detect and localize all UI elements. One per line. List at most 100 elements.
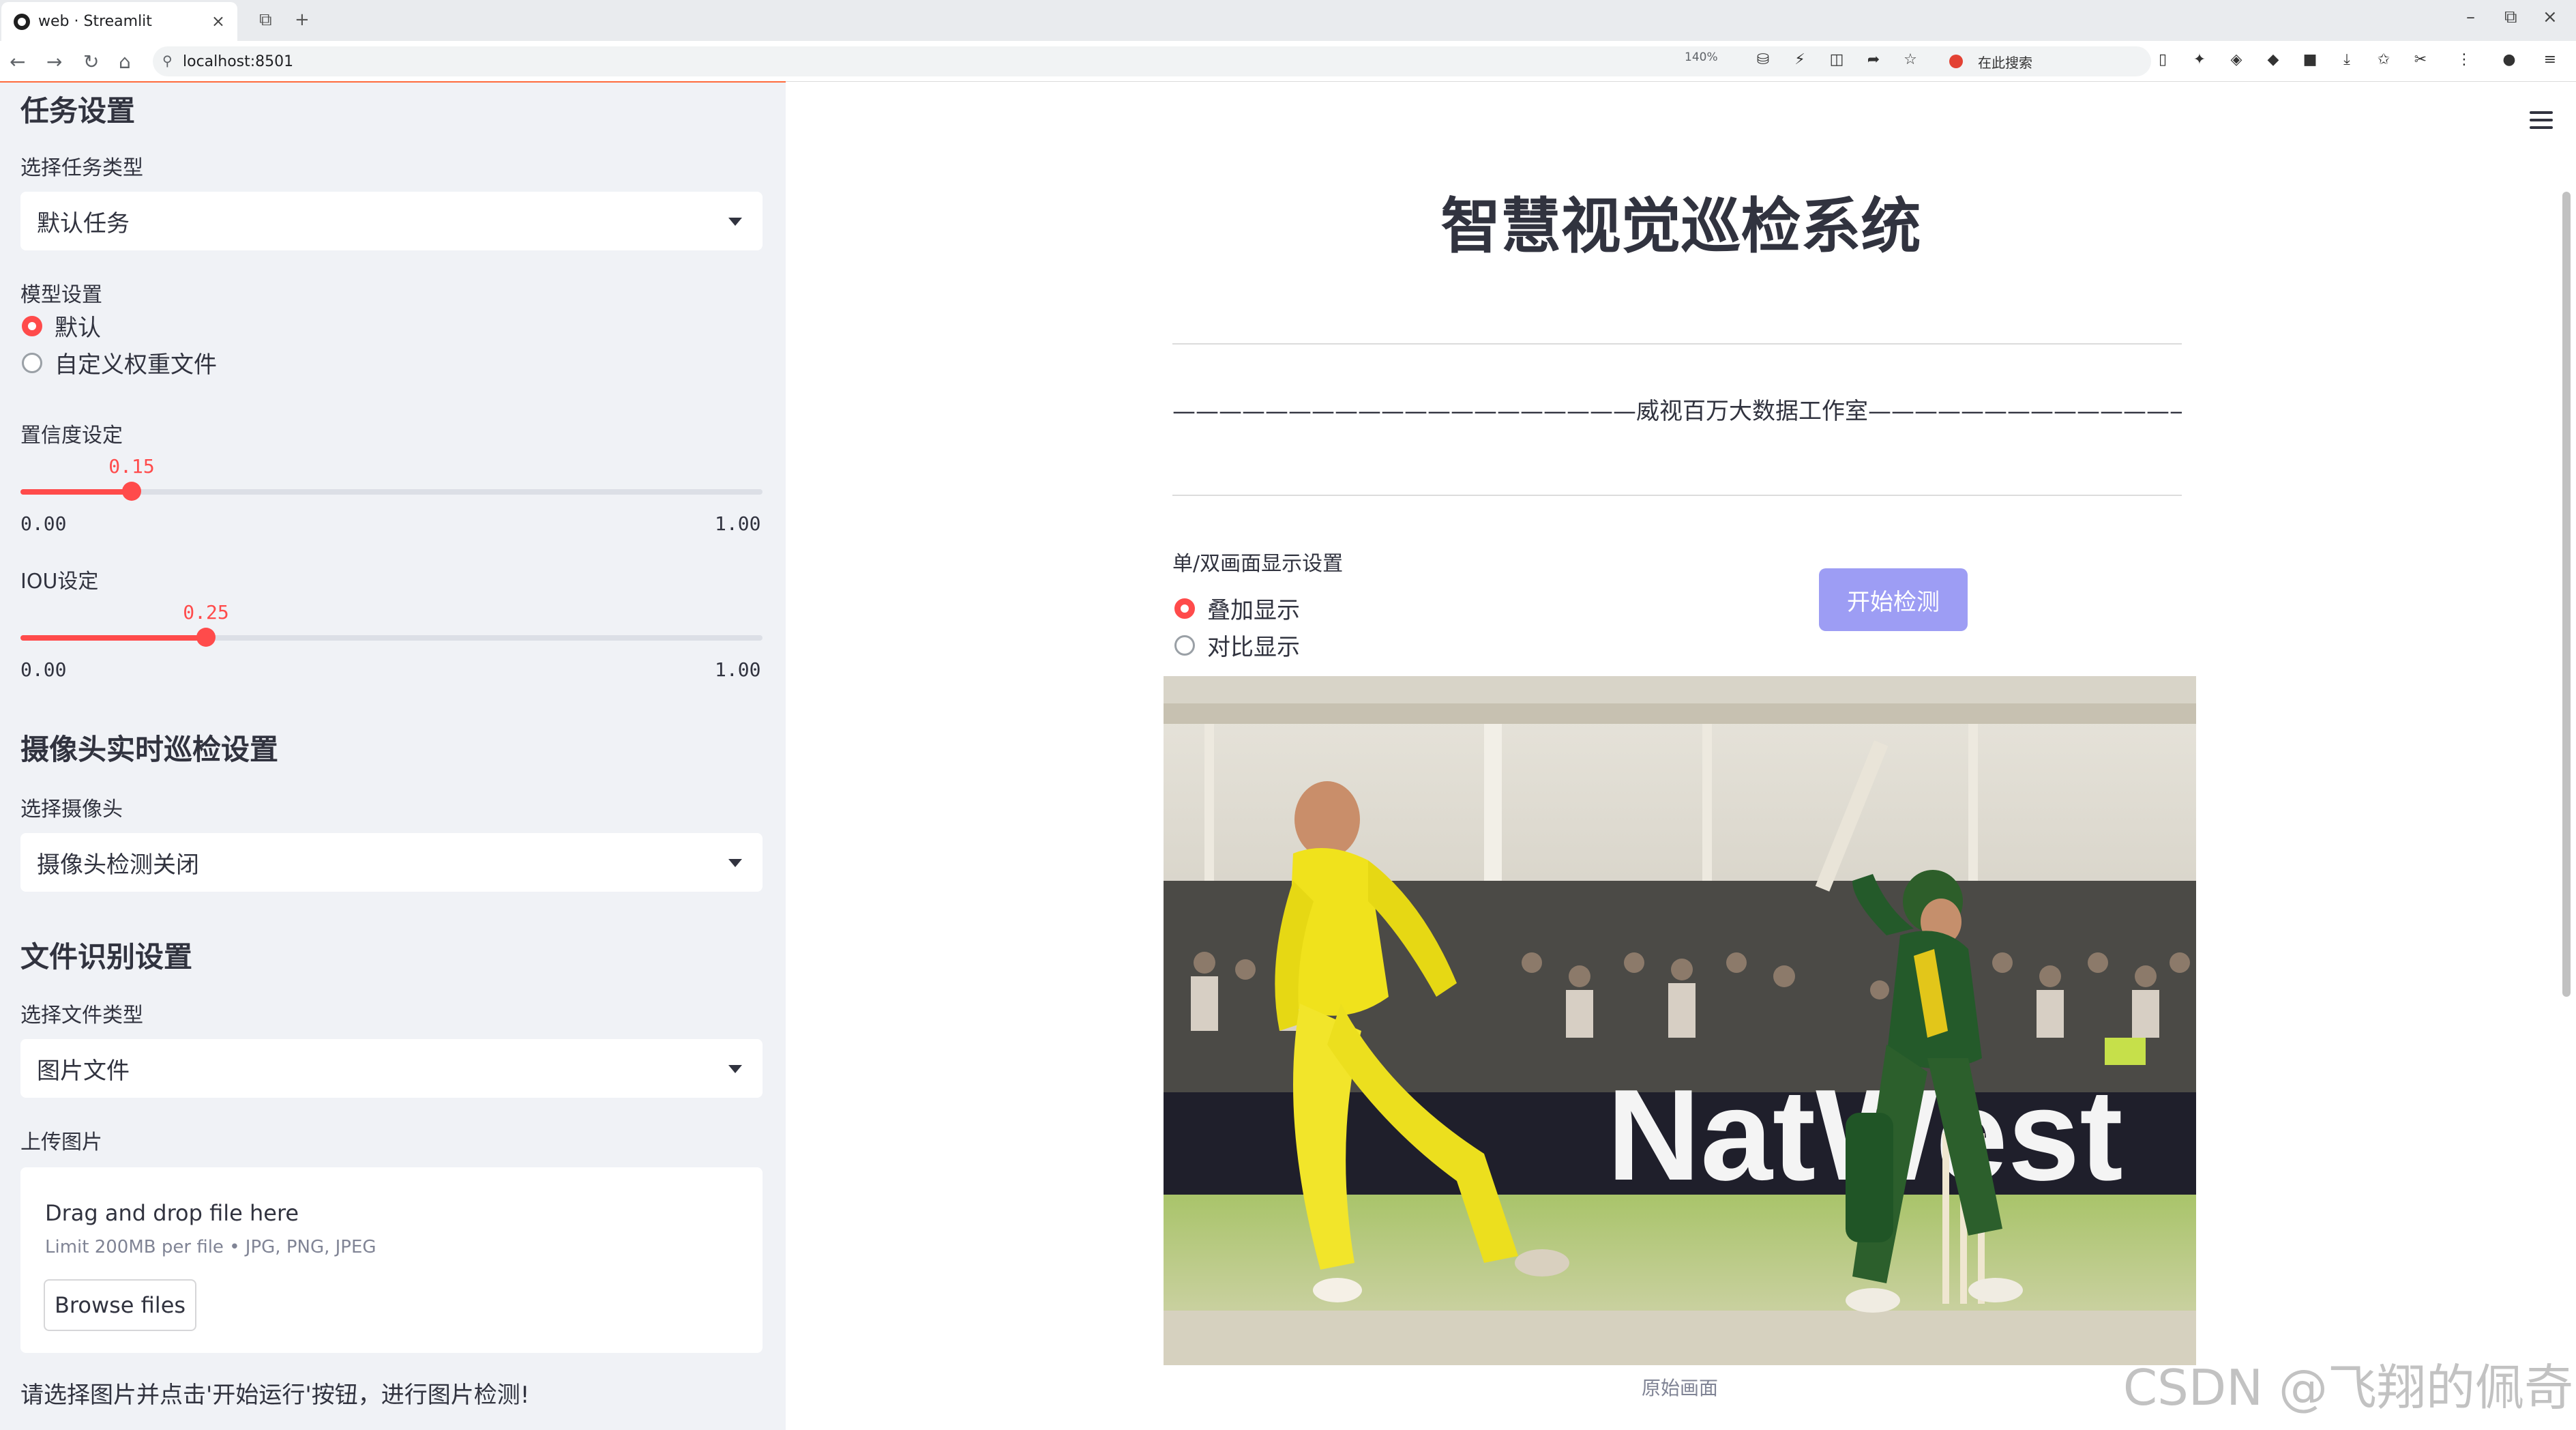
radio-label: 自定义权重文件 <box>55 351 217 379</box>
upload-title: Drag and drop file here <box>45 1200 299 1226</box>
camera-settings-heading: 摄像头实时巡检设置 <box>20 733 279 766</box>
task-type-label: 选择任务类型 <box>20 156 143 180</box>
browser-tab-bar: web · Streamlit × ⧉ + – ⧉ × <box>0 0 2576 41</box>
extension-4-icon[interactable]: ■ <box>2300 49 2320 70</box>
radio-selected-icon <box>1174 598 1195 619</box>
chevron-down-icon <box>728 1065 742 1073</box>
translate-icon[interactable]: ⛁ <box>1753 49 1773 70</box>
confidence-slider[interactable] <box>20 482 763 501</box>
close-window-icon[interactable]: × <box>2543 7 2558 27</box>
camera-value: 摄像头检测关闭 <box>37 851 199 879</box>
browse-files-button[interactable]: Browse files <box>44 1279 196 1331</box>
file-settings-heading: 文件识别设置 <box>20 940 193 974</box>
zoom-indicator[interactable]: 140% <box>1685 50 1718 64</box>
browser-menu-icon[interactable]: ≡ <box>2540 49 2560 70</box>
url-text: localhost:8501 <box>183 53 294 70</box>
new-tab-icon[interactable]: + <box>295 10 310 30</box>
iou-label: IOU设定 <box>20 570 99 594</box>
tab-collection-icon[interactable]: ⧉ <box>259 10 272 31</box>
slider-min: 0.00 <box>20 658 67 681</box>
slider-thumb[interactable] <box>196 628 216 647</box>
radio-selected-icon <box>22 315 42 336</box>
tab-title: web · Streamlit <box>38 13 152 30</box>
upload-limit: Limit 200MB per file • JPG, PNG, JPEG <box>45 1237 376 1257</box>
radio-model-default[interactable]: 默认 <box>22 309 101 342</box>
confidence-label: 置信度设定 <box>20 424 123 448</box>
radio-model-custom[interactable]: 自定义权重文件 <box>22 346 217 379</box>
divider <box>1172 343 2182 345</box>
bookmarks-icon[interactable]: ✩ <box>2373 49 2394 70</box>
favorite-icon[interactable]: ☆ <box>1900 49 1921 70</box>
watermark: CSDN @飞翔的佩奇 <box>2122 1359 2573 1416</box>
slider-fill <box>20 489 132 495</box>
slider-min: 0.00 <box>20 512 67 535</box>
task-type-select[interactable]: 默认任务 <box>20 192 763 250</box>
main-content: 智慧视觉巡检系统 ————————————————————威视百万大数据工作室—… <box>786 83 2576 1430</box>
address-bar[interactable]: ⚲ localhost:8501 <box>153 46 2151 76</box>
image-caption: 原始画面 <box>1641 1377 1718 1399</box>
close-tab-icon[interactable]: × <box>211 12 225 31</box>
iou-value: 0.25 <box>183 601 229 624</box>
file-uploader[interactable]: Drag and drop file here Limit 200MB per … <box>20 1167 763 1353</box>
radio-label: 叠加显示 <box>1207 597 1300 624</box>
camera-select[interactable]: 摄像头检测关闭 <box>20 833 763 892</box>
minimize-icon[interactable]: – <box>2466 7 2475 27</box>
share-icon[interactable]: ➦ <box>1863 49 1884 70</box>
radio-compare-display[interactable]: 对比显示 <box>1174 628 1300 662</box>
search-engine-icon <box>1949 55 1963 68</box>
scissors-icon[interactable]: ✂ <box>2410 49 2431 70</box>
slider-fill <box>20 635 206 641</box>
divider <box>1172 495 2182 496</box>
extension-2-icon[interactable]: ◈ <box>2226 49 2247 70</box>
forward-icon[interactable]: → <box>46 50 62 73</box>
slider-max: 1.00 <box>715 658 761 681</box>
radio-label: 对比显示 <box>1207 634 1300 661</box>
slider-thumb[interactable] <box>122 482 141 501</box>
more-menu-icon[interactable]: ⋮ <box>2454 49 2474 70</box>
phone-icon[interactable]: ▯ <box>2152 49 2173 70</box>
browser-tab[interactable]: web · Streamlit × <box>1 2 237 41</box>
task-type-value: 默认任务 <box>37 209 130 237</box>
file-type-select[interactable]: 图片文件 <box>20 1039 763 1098</box>
cricket-photo: NatWest <box>1164 676 2196 1365</box>
slider-max: 1.00 <box>715 512 761 535</box>
camera-label: 选择摄像头 <box>20 798 123 821</box>
radio-unselected-icon <box>1174 634 1195 656</box>
screenshot-icon[interactable]: ◫ <box>1826 49 1847 70</box>
extension-icon[interactable]: ✦ <box>2189 49 2210 70</box>
studio-banner: ————————————————————威视百万大数据工作室——————————… <box>1172 398 2182 425</box>
reload-icon[interactable]: ↻ <box>83 50 99 73</box>
home-icon[interactable]: ⌂ <box>119 50 131 73</box>
back-icon[interactable]: ← <box>10 50 25 73</box>
file-type-value: 图片文件 <box>37 1057 130 1085</box>
search-icon: ⚲ <box>162 53 173 69</box>
search-placeholder: 在此搜索 <box>1978 54 2032 71</box>
restore-icon[interactable]: ⧉ <box>2504 7 2517 28</box>
radio-label: 默认 <box>55 315 101 342</box>
download-icon[interactable]: ⤓ <box>2337 49 2357 70</box>
streamlit-favicon-icon <box>14 13 30 30</box>
chevron-down-icon <box>728 859 742 867</box>
task-settings-heading: 任务设置 <box>20 94 136 128</box>
sidebar: 任务设置 选择任务类型 默认任务 模型设置 默认 自定义权重文件 置信度设定 0… <box>0 83 786 1430</box>
detection-image: NatWest <box>1164 676 2196 1365</box>
page-title: 智慧视觉巡检系统 <box>1440 191 1921 261</box>
confidence-value: 0.15 <box>108 455 155 478</box>
hamburger-menu-icon[interactable] <box>2530 111 2553 134</box>
model-label: 模型设置 <box>20 283 102 307</box>
display-mode-label: 单/双画面显示设置 <box>1172 552 1344 576</box>
file-type-label: 选择文件类型 <box>20 1004 143 1027</box>
lightning-icon[interactable]: ⚡ <box>1790 49 1810 70</box>
avatar-icon[interactable]: ● <box>2499 49 2519 70</box>
chevron-down-icon <box>728 218 742 226</box>
upload-label: 上传图片 <box>20 1130 102 1154</box>
extension-3-icon[interactable]: ◆ <box>2263 49 2283 70</box>
browser-search-box[interactable]: 在此搜索 <box>1937 46 2142 76</box>
iou-slider[interactable] <box>20 628 763 647</box>
radio-unselected-icon <box>22 352 42 373</box>
upload-hint: 请选择图片并点击'开始运行'按钮，进行图片检测! <box>20 1382 530 1409</box>
start-detection-button[interactable]: 开始检测 <box>1819 568 1968 631</box>
radio-overlay-display[interactable]: 叠加显示 <box>1174 592 1300 625</box>
browser-toolbar: ← → ↻ ⌂ ⚲ localhost:8501 140% ⛁ ⚡ ◫ ➦ ☆ … <box>0 41 2576 82</box>
page-scrollbar[interactable] <box>2562 192 2571 997</box>
